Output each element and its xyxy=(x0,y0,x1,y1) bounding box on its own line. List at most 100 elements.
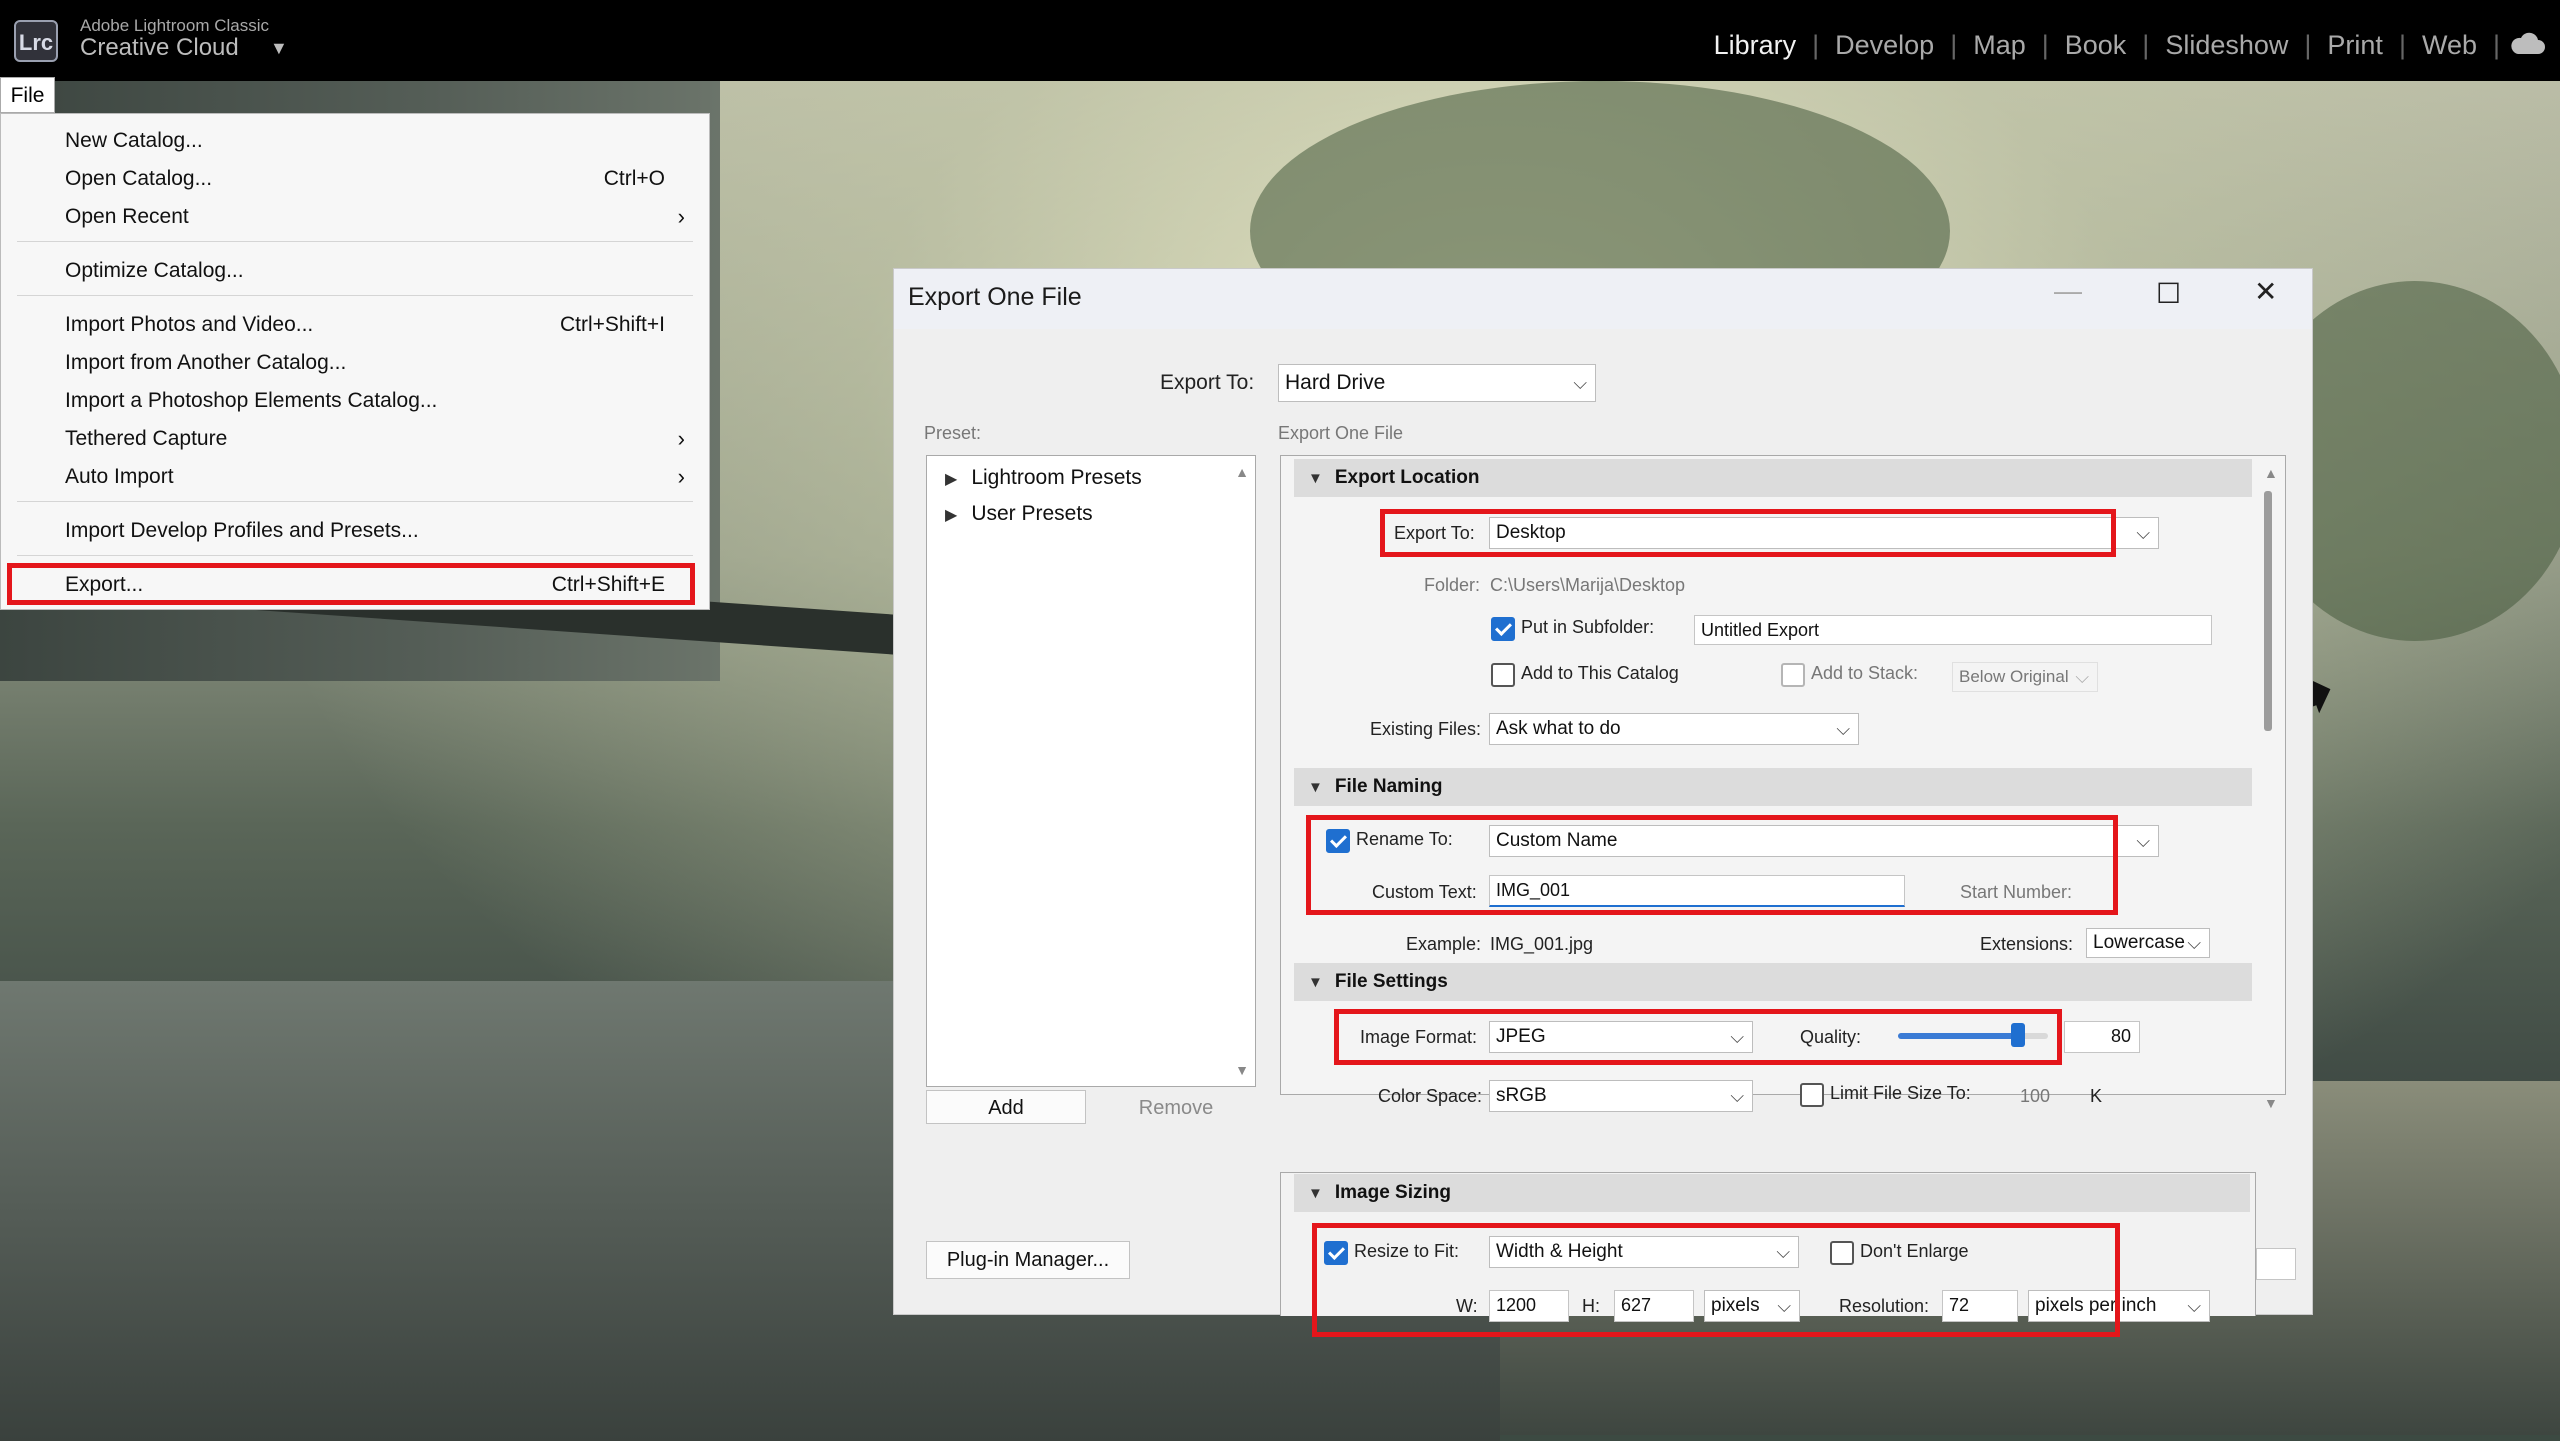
folder-label: Folder: xyxy=(1424,575,1481,595)
menu-separator xyxy=(17,501,693,502)
highlight-box xyxy=(1380,509,2116,557)
export-to-label: Export To: xyxy=(1160,371,1255,394)
menu-item-open-catalog[interactable]: Open Catalog... Ctrl+O xyxy=(65,162,665,196)
module-print[interactable]: Print xyxy=(2311,30,2399,61)
preset-folder-lightroom[interactable]: ▶ Lightroom Presets xyxy=(945,466,1142,490)
limit-file-size-checkbox[interactable] xyxy=(1800,1083,1824,1107)
limit-file-size-value[interactable]: 100 xyxy=(2020,1086,2050,1107)
menu-item-new-catalog[interactable]: New Catalog... xyxy=(65,124,665,158)
existing-files-label: Existing Files: xyxy=(1370,719,1482,739)
highlight-box xyxy=(1306,815,2118,915)
chevron-right-icon: › xyxy=(677,426,685,451)
chevron-right-icon: › xyxy=(677,204,685,229)
chevron-down-icon: ⌵ xyxy=(1730,1086,1744,1106)
scroll-up-icon[interactable]: ▲ xyxy=(2264,465,2278,481)
menu-separator xyxy=(17,295,693,296)
chevron-down-icon: ⌵ xyxy=(2187,933,2201,953)
menu-item-import-photos[interactable]: Import Photos and Video... Ctrl+Shift+I xyxy=(65,308,665,342)
color-space-label: Color Space: xyxy=(1378,1086,1483,1106)
example-label: Example: xyxy=(1406,934,1482,954)
menu-item-tethered-capture[interactable]: Tethered Capture › xyxy=(65,422,685,456)
disclosure-triangle-icon: ▼ xyxy=(1308,974,1323,991)
cloud-icon[interactable] xyxy=(2510,32,2546,56)
add-preset-button[interactable]: Add xyxy=(926,1090,1086,1124)
close-icon[interactable]: ✕ xyxy=(2254,275,2277,308)
folder-path: C:\Users\Marija\Desktop xyxy=(1490,575,1686,595)
subfolder-input[interactable]: Untitled Export xyxy=(1694,615,2212,645)
shortcut-label: Ctrl+Shift+I xyxy=(559,313,665,336)
module-map[interactable]: Map xyxy=(1957,30,2042,61)
lightroom-logo: Lrc xyxy=(14,20,58,62)
chevron-down-icon: ⌵ xyxy=(2187,1296,2201,1316)
scroll-down-icon[interactable]: ▼ xyxy=(1235,1062,1249,1078)
extensions-select[interactable]: Lowercase ⌵ xyxy=(2086,928,2210,958)
disclosure-triangle-icon: ▶ xyxy=(945,471,958,488)
chevron-down-icon: ⌵ xyxy=(2136,523,2150,543)
disclosure-triangle-icon: ▼ xyxy=(1308,779,1323,796)
panel-label: Export One File xyxy=(1278,423,1404,443)
subfolder-label: Put in Subfolder: xyxy=(1521,617,1655,637)
module-slideshow[interactable]: Slideshow xyxy=(2149,30,2304,61)
highlight-box xyxy=(7,563,695,605)
chevron-down-icon: ⌵ xyxy=(2075,667,2089,687)
section-image-sizing[interactable]: ▼ Image Sizing xyxy=(1294,1174,2250,1212)
maximize-icon[interactable]: ☐ xyxy=(2156,277,2181,310)
chevron-down-icon: ⌵ xyxy=(1836,719,1850,739)
menu-item-optimize-catalog[interactable]: Optimize Catalog... xyxy=(65,254,665,288)
add-to-stack-checkbox[interactable] xyxy=(1781,663,1805,687)
disclosure-triangle-icon: ▼ xyxy=(1308,470,1323,487)
limit-file-size-label: Limit File Size To: xyxy=(1830,1083,1971,1103)
shortcut-label: Ctrl+O xyxy=(603,167,665,190)
section-export-location[interactable]: ▼ Export Location xyxy=(1294,459,2252,497)
chevron-down-icon[interactable]: ▼ xyxy=(270,38,288,59)
chevron-down-icon: ⌵ xyxy=(1573,373,1587,393)
add-to-stack-label: Add to Stack: xyxy=(1811,663,1919,683)
highlight-box xyxy=(1312,1223,2120,1337)
add-to-catalog-label: Add to This Catalog xyxy=(1521,663,1679,683)
chevron-down-icon: ⌵ xyxy=(2136,831,2150,851)
example-value: IMG_001.jpg xyxy=(1490,934,1594,954)
export-dialog: Export One File — ☐ ✕ Export To: Hard Dr… xyxy=(893,268,2313,1337)
identity-plate[interactable]: Creative Cloud xyxy=(80,34,239,62)
disclosure-triangle-icon: ▼ xyxy=(1308,1185,1323,1202)
stack-position-select[interactable]: Below Original ⌵ xyxy=(1952,662,2098,692)
brand-subtitle: Adobe Lightroom Classic xyxy=(80,16,269,35)
dialog-title: Export One File xyxy=(908,283,1082,311)
quality-input[interactable]: 80 xyxy=(2064,1021,2140,1053)
section-file-naming[interactable]: ▼ File Naming xyxy=(1294,768,2252,806)
module-web[interactable]: Web xyxy=(2406,30,2493,61)
menu-file[interactable]: File xyxy=(0,77,55,113)
module-library[interactable]: Library xyxy=(1698,30,1813,61)
dialog-titlebar: Export One File — ☐ ✕ xyxy=(894,269,2312,329)
menu-item-import-pse[interactable]: Import a Photoshop Elements Catalog... xyxy=(65,384,665,418)
menu-item-import-catalog[interactable]: Import from Another Catalog... xyxy=(65,346,665,380)
menu-item-auto-import[interactable]: Auto Import › xyxy=(65,460,685,494)
module-develop[interactable]: Develop xyxy=(1819,30,1950,61)
subfolder-checkbox[interactable] xyxy=(1491,617,1515,641)
top-bar: Lrc Adobe Lightroom Classic Creative Clo… xyxy=(0,0,2560,81)
module-book[interactable]: Book xyxy=(2049,30,2143,61)
section-file-settings[interactable]: ▼ File Settings xyxy=(1294,963,2252,1001)
disclosure-triangle-icon: ▶ xyxy=(945,507,958,524)
minimize-icon[interactable]: — xyxy=(2054,275,2082,307)
preset-folder-user[interactable]: ▶ User Presets xyxy=(945,502,1093,526)
highlight-box xyxy=(1334,1009,2062,1065)
menu-item-import-profiles[interactable]: Import Develop Profiles and Presets... xyxy=(65,514,665,548)
preset-label: Preset: xyxy=(924,423,982,443)
color-space-select[interactable]: sRGB ⌵ xyxy=(1489,1080,1753,1112)
scroll-down-icon[interactable]: ▼ xyxy=(2264,1095,2278,1111)
remove-preset-button[interactable]: Remove xyxy=(1096,1090,1256,1124)
existing-files-select[interactable]: Ask what to do ⌵ xyxy=(1489,713,1859,745)
limit-file-size-unit: K xyxy=(2090,1086,2103,1106)
menu-separator xyxy=(17,241,693,242)
scroll-up-icon[interactable]: ▲ xyxy=(1235,464,1249,480)
hidden-field xyxy=(2256,1248,2296,1280)
menu-item-open-recent[interactable]: Open Recent › xyxy=(65,200,685,234)
extensions-label: Extensions: xyxy=(1980,934,2074,954)
add-to-catalog-checkbox[interactable] xyxy=(1491,663,1515,687)
export-to-select[interactable]: Hard Drive ⌵ xyxy=(1278,364,1596,402)
settings-scrollbar[interactable] xyxy=(2264,491,2272,731)
plugin-manager-button[interactable]: Plug-in Manager... xyxy=(926,1241,1130,1279)
chevron-right-icon: › xyxy=(677,464,685,489)
file-menu: New Catalog... Open Catalog... Ctrl+O Ope… xyxy=(0,113,710,610)
